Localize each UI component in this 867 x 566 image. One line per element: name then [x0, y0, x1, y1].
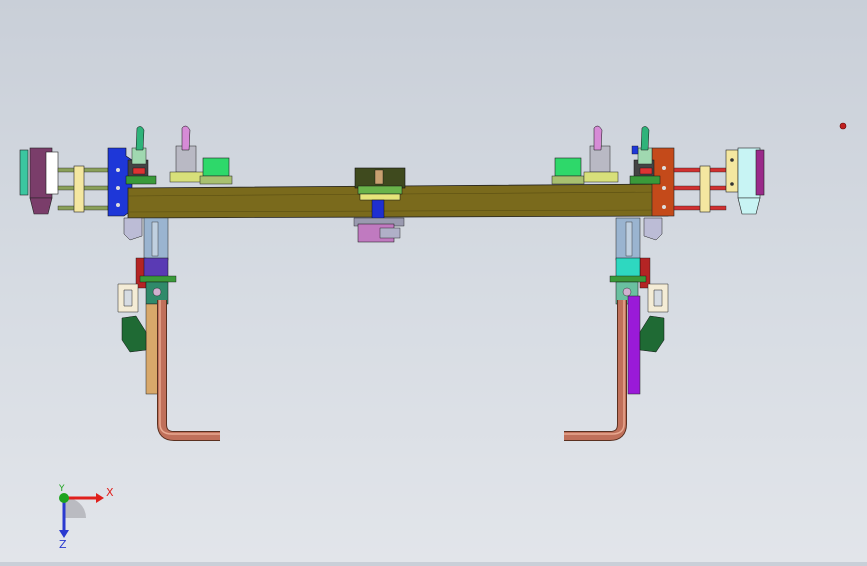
- left-lower-arm[interactable]: [117, 217, 177, 395]
- left-toggle-clamps[interactable]: [125, 125, 233, 185]
- reference-point[interactable]: [839, 122, 847, 130]
- y-axis-label: Y: [58, 484, 65, 494]
- right-end-clamp[interactable]: [651, 147, 765, 217]
- triad-graphic: X Y Z: [58, 484, 114, 551]
- x-arrowhead-icon: [96, 493, 104, 503]
- coordinate-triad: X Y Z: [40, 478, 120, 551]
- y-axis-dot-icon: [59, 493, 69, 503]
- right-pipe[interactable]: [564, 300, 627, 441]
- cad-viewport[interactable]: [0, 0, 867, 562]
- left-end-clamp[interactable]: [19, 147, 109, 215]
- right-toggle-clamps[interactable]: [551, 125, 661, 185]
- left-pipe[interactable]: [157, 300, 220, 441]
- assembly-model[interactable]: [0, 0, 867, 562]
- x-axis-label: X: [106, 486, 114, 499]
- z-arrowhead-icon: [59, 530, 69, 538]
- z-axis-label: Z: [59, 538, 67, 548]
